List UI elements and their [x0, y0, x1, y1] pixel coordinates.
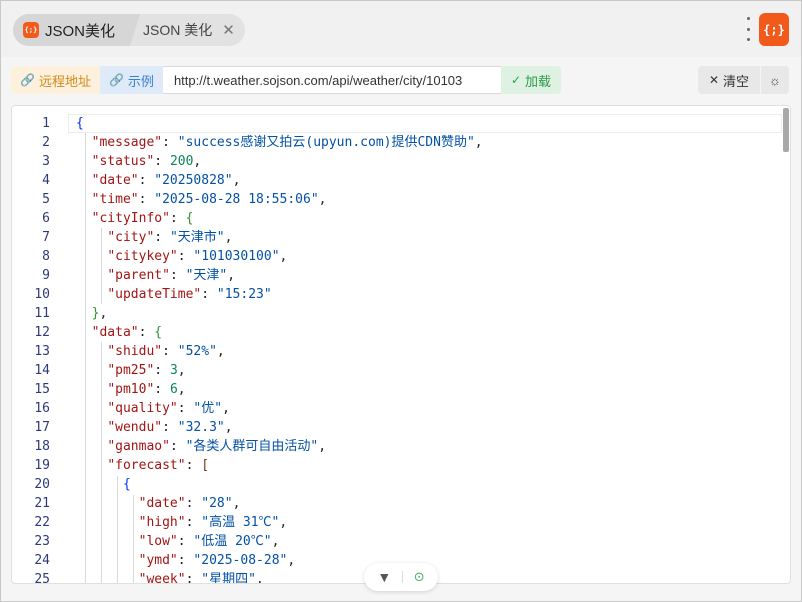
code-line: "quality": "优",: [107, 401, 230, 416]
line-number: 6: [42, 211, 50, 226]
floating-toolbar: ▼ ⊙: [364, 563, 438, 591]
code-line: "wendu": "32.3",: [107, 420, 233, 435]
line-number: 25: [34, 572, 50, 584]
code-line: "high": "高温 31℃",: [138, 515, 288, 530]
example-button[interactable]: 🔗 示例: [99, 66, 163, 94]
json-app-icon: {;}: [23, 22, 39, 38]
line-number: 10: [34, 287, 50, 302]
line-number: 7: [42, 230, 50, 245]
theme-toggle-button[interactable]: ☼: [761, 66, 789, 94]
remote-url-label: 远程地址: [38, 73, 91, 89]
line-number: 22: [34, 515, 50, 530]
line-number: 9: [42, 268, 50, 283]
load-label: 加载: [525, 73, 552, 89]
line-number: 4: [42, 173, 50, 188]
toolbar: 🔗 远程地址 🔗 示例 ✓ 加载 ✕ 清空 ☼: [1, 57, 801, 103]
code-line: "updateTime": "15:23": [107, 287, 272, 302]
example-label: 示例: [127, 73, 154, 89]
tab-group: {;} JSON美化 JSON 美化 ✕: [13, 14, 245, 46]
code-line: "ymd": "2025-08-28",: [138, 553, 296, 568]
line-number: 13: [34, 344, 50, 359]
line-number: 20: [34, 477, 50, 492]
vertical-scrollbar[interactable]: [783, 108, 789, 152]
line-number: 14: [34, 363, 50, 378]
check-icon: ✓: [510, 73, 521, 87]
line-number: 17: [34, 420, 50, 435]
line-number: 24: [34, 553, 50, 568]
tab-label: JSON美化: [45, 22, 116, 40]
locate-icon[interactable]: ⊙: [414, 569, 425, 585]
line-number: 12: [34, 325, 50, 340]
line-number: 2: [42, 135, 50, 150]
clear-button[interactable]: ✕ 清空: [698, 66, 760, 94]
line-number: 16: [34, 401, 50, 416]
code-line: "message": "success感谢又拍云(upyun.com)提供CDN…: [91, 135, 483, 150]
code-line: "ganmao": "各类人群可自由活动",: [107, 439, 327, 454]
code-line: "city": "天津市",: [107, 230, 233, 245]
code-line: "low": "低温 20℃",: [138, 534, 280, 549]
chevron-down-icon[interactable]: ▼: [377, 569, 391, 585]
code-line: "data": {: [91, 325, 163, 340]
url-input[interactable]: [162, 66, 501, 94]
code-lines[interactable]: { "message": "success感谢又拍云(upyun.com)提供C…: [68, 106, 776, 583]
url-group: 🔗 远程地址 🔗 示例 ✓ 加载: [11, 66, 562, 94]
code-line: "pm25": 3,: [107, 363, 186, 378]
remote-url-button[interactable]: 🔗 远程地址: [11, 66, 100, 94]
load-button[interactable]: ✓ 加载: [500, 66, 562, 94]
line-number: 8: [42, 249, 50, 264]
line-number: 19: [34, 458, 50, 473]
tab-json-beautify[interactable]: JSON 美化 ✕: [129, 14, 245, 46]
code-line: "citykey": "101030100",: [107, 249, 288, 264]
code-line: {: [122, 477, 131, 492]
tab-json-beautify-main[interactable]: {;} JSON美化: [13, 14, 130, 46]
code-line: "date": "20250828",: [91, 173, 241, 188]
close-icon[interactable]: ✕: [222, 21, 235, 39]
divider: [401, 571, 403, 583]
link-icon: 🔗: [20, 73, 35, 87]
line-number: 1: [42, 116, 50, 131]
line-number: 11: [34, 306, 50, 321]
sun-icon: ☼: [769, 72, 781, 88]
code-line: "time": "2025-08-28 18:55:06",: [91, 192, 327, 207]
code-line: "date": "28",: [138, 496, 241, 511]
tab-label: JSON 美化: [143, 22, 213, 38]
code-line: },: [91, 306, 108, 321]
line-number-gutter: 1 2 3 4 5 6 7 8 9 10 11 12 13 14 15 16 17 18 19 20 21 22 23 24 2…: [12, 106, 68, 583]
more-menu-icon[interactable]: [744, 17, 752, 41]
line-number: 18: [34, 439, 50, 454]
line-number: 21: [34, 496, 50, 511]
line-number: 3: [42, 154, 50, 169]
line-number: 15: [34, 382, 50, 397]
line-number: 5: [42, 192, 50, 207]
code-line: "week": "星期四",: [138, 572, 264, 584]
close-icon: ✕: [708, 73, 720, 87]
code-line: "cityInfo": {: [91, 211, 194, 226]
code-line: "status": 200,: [91, 154, 202, 169]
link-icon: 🔗: [108, 73, 124, 87]
code-line: "shidu": "52%",: [107, 344, 225, 359]
tab-bar: {;} JSON美化 JSON 美化 ✕ {;}: [1, 1, 801, 57]
code-line: "parent": "天津",: [107, 268, 236, 283]
clear-label: 清空: [723, 73, 750, 89]
code-line: "forecast": [: [107, 458, 210, 473]
line-number: 23: [34, 534, 50, 549]
code-line: "pm10": 6,: [107, 382, 186, 397]
code-line: {: [76, 116, 84, 131]
app-window: {;} JSON美化 JSON 美化 ✕ {;} 🔗 远程地址 🔗 示例 ✓: [0, 0, 802, 602]
app-logo: {;}: [759, 13, 789, 46]
code-editor[interactable]: 1 2 3 4 5 6 7 8 9 10 11 12 13 14 15 16 17 18 19 20 21 22 23 24 2…: [11, 105, 791, 584]
